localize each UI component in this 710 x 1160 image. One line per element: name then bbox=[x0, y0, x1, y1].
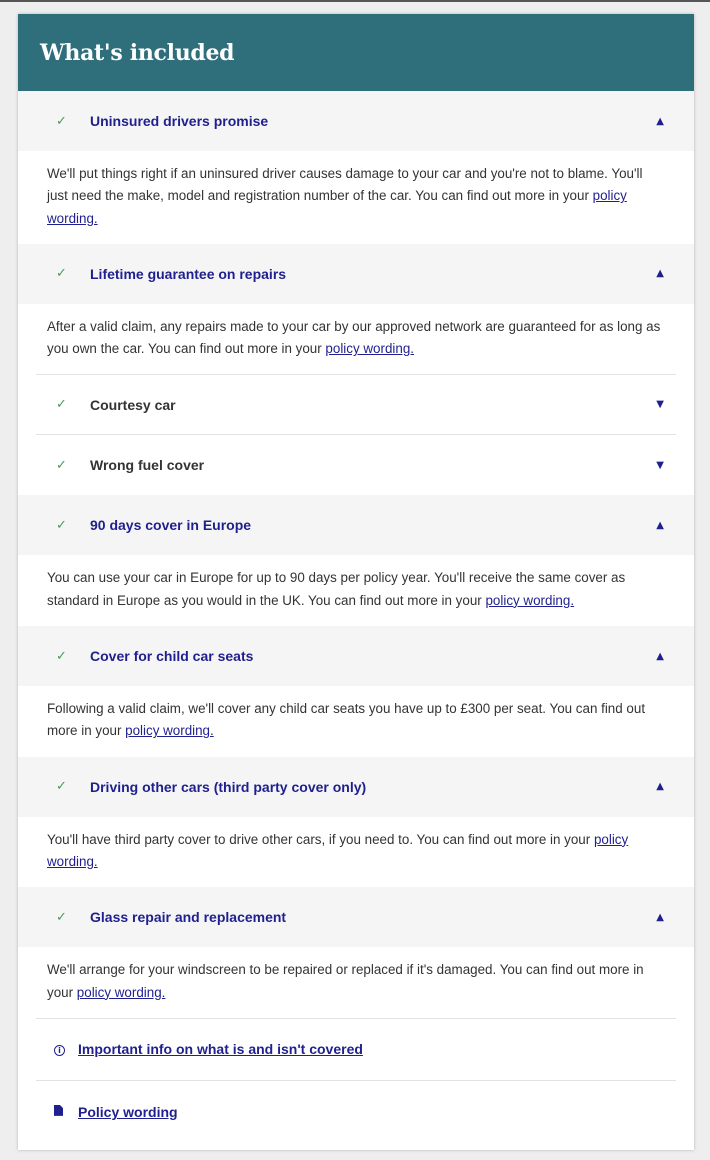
accordion-body: You can use your car in Europe for up to… bbox=[18, 555, 694, 626]
accordion-glass-repair[interactable]: ✓ Glass repair and replacement ▲ bbox=[18, 887, 694, 948]
policy-wording-link[interactable]: policy wording. bbox=[125, 723, 214, 738]
info-icon: i bbox=[54, 1044, 65, 1056]
check-icon: ✓ bbox=[56, 397, 67, 413]
accordion-title: Uninsured drivers promise bbox=[90, 113, 269, 129]
accordion-body: You'll have third party cover to drive o… bbox=[18, 817, 694, 888]
important-info-link[interactable]: Important info on what is and isn't cove… bbox=[78, 1041, 363, 1057]
chevron-up-icon[interactable]: ▲ bbox=[656, 268, 664, 279]
check-icon: ✓ bbox=[56, 648, 67, 664]
chevron-up-icon[interactable]: ▲ bbox=[656, 651, 664, 662]
whats-included-card: What's included ✓ Uninsured drivers prom… bbox=[18, 14, 694, 1150]
policy-wording-link[interactable]: policy wording. bbox=[485, 593, 574, 608]
accordion-title: 90 days cover in Europe bbox=[90, 517, 252, 534]
important-info-row: i Important info on what is and isn't co… bbox=[36, 1019, 676, 1081]
accordion-uninsured-drivers-promise[interactable]: ✓ Uninsured drivers promise ▲ bbox=[18, 91, 694, 151]
accordion-title: Cover for child car seats bbox=[90, 648, 254, 665]
accordion-driving-other-cars[interactable]: ✓ Driving other cars (third party cover … bbox=[18, 756, 694, 817]
accordion-child-car-seats[interactable]: ✓ Cover for child car seats ▲ bbox=[18, 626, 694, 687]
accordion-courtesy-car[interactable]: ✓ Courtesy car ▼ bbox=[36, 375, 676, 436]
accordion-title: Courtesy car bbox=[90, 396, 176, 413]
accordion-wrong-fuel-cover[interactable]: ✓ Wrong fuel cover ▼ bbox=[36, 435, 676, 496]
check-icon: ✓ bbox=[56, 517, 67, 533]
accordion-body: Following a valid claim, we'll cover any… bbox=[18, 686, 694, 757]
accordion-lifetime-guarantee[interactable]: ✓ Lifetime guarantee on repairs ▲ bbox=[18, 243, 694, 304]
accordion-title: Lifetime guarantee on repairs bbox=[90, 265, 287, 282]
accordion-body: We'll put things right if an uninsured d… bbox=[18, 151, 694, 244]
accordion-body: We'll arrange for your windscreen to be … bbox=[36, 947, 676, 1019]
card-header: What's included bbox=[18, 14, 694, 91]
check-icon: ✓ bbox=[56, 909, 67, 925]
check-icon: ✓ bbox=[56, 266, 67, 282]
chevron-up-icon[interactable]: ▲ bbox=[656, 116, 664, 127]
chevron-down-icon[interactable]: ▼ bbox=[656, 399, 664, 410]
accordion-title: Glass repair and replacement bbox=[90, 909, 287, 926]
check-icon: ✓ bbox=[56, 113, 67, 129]
accordion-title: Driving other cars (third party cover on… bbox=[90, 778, 367, 795]
accordion-title: Wrong fuel cover bbox=[90, 457, 205, 474]
accordion-body: After a valid claim, any repairs made to… bbox=[36, 304, 676, 376]
check-icon: ✓ bbox=[56, 457, 67, 473]
document-icon bbox=[54, 1104, 63, 1116]
policy-wording-link[interactable]: policy wording. bbox=[77, 985, 166, 1000]
policy-wording-row: Policy wording bbox=[36, 1081, 676, 1143]
check-icon: ✓ bbox=[56, 779, 67, 795]
top-border bbox=[0, 0, 710, 2]
card-title: What's included bbox=[40, 39, 235, 66]
policy-wording-link[interactable]: policy wording. bbox=[325, 341, 414, 356]
accordion-text: We'll put things right if an uninsured d… bbox=[47, 166, 643, 204]
accordion-text: You'll have third party cover to drive o… bbox=[47, 831, 591, 847]
accordion-90-days-europe[interactable]: ✓ 90 days cover in Europe ▲ bbox=[18, 495, 694, 556]
policy-wording-document-link[interactable]: Policy wording bbox=[78, 1104, 178, 1120]
chevron-down-icon[interactable]: ▼ bbox=[656, 460, 664, 471]
chevron-up-icon[interactable]: ▲ bbox=[656, 781, 664, 792]
chevron-up-icon[interactable]: ▲ bbox=[656, 912, 664, 923]
chevron-up-icon[interactable]: ▲ bbox=[656, 520, 664, 531]
